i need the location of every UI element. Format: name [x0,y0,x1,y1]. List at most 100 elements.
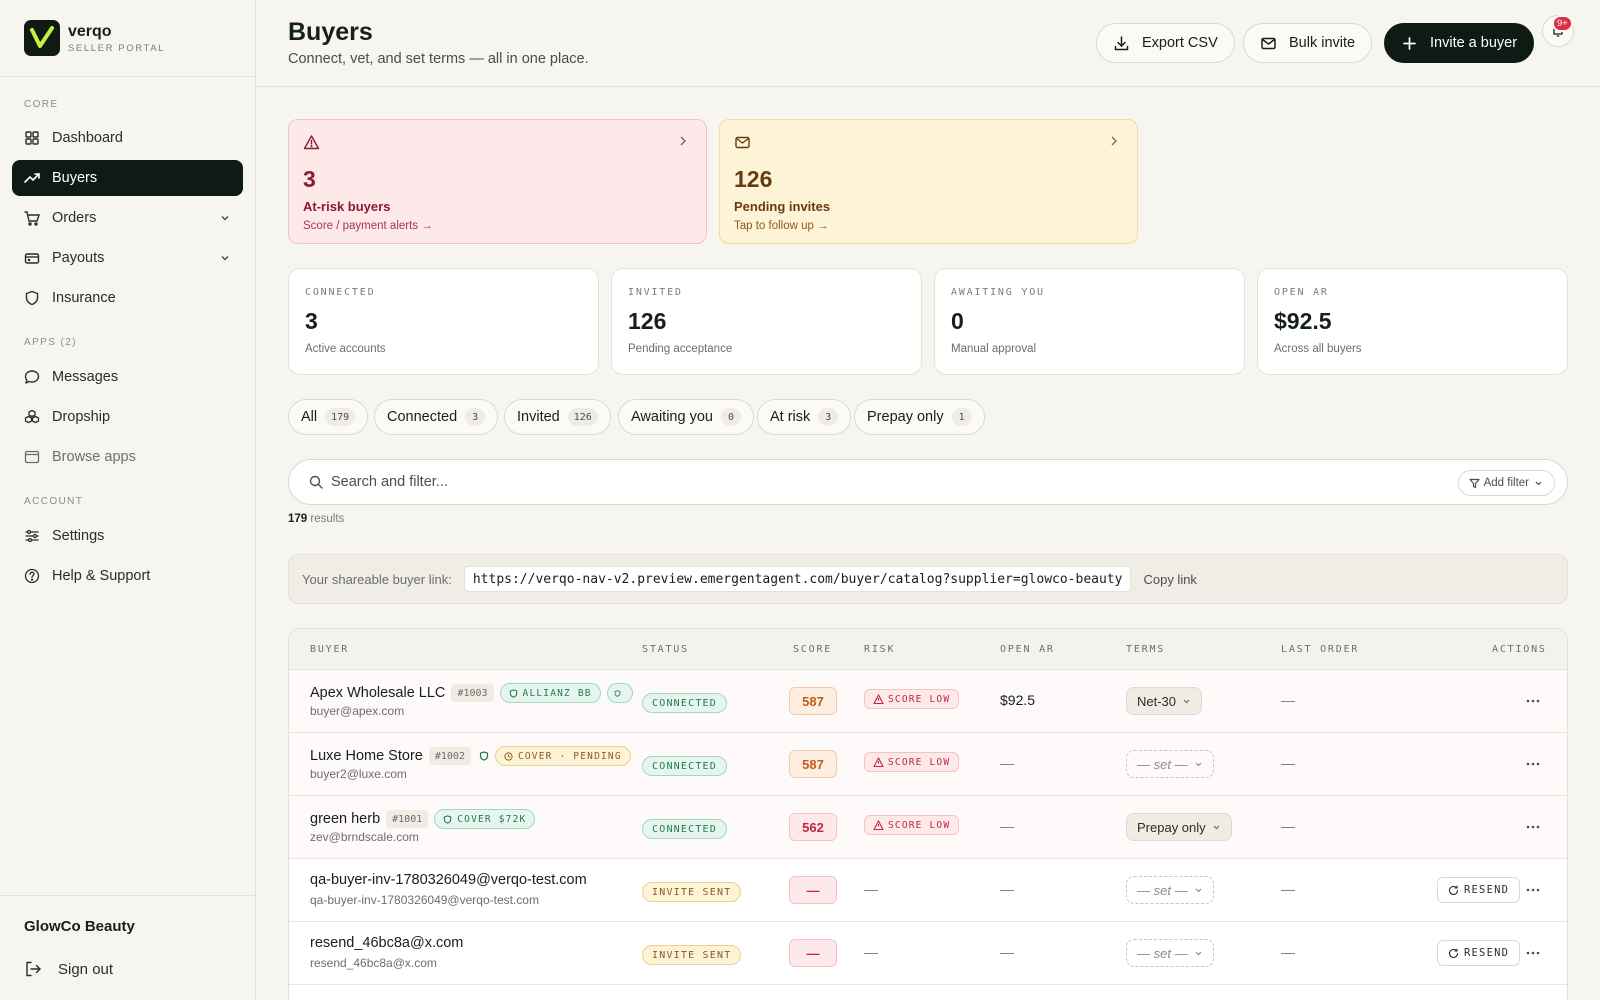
more-options-icon[interactable] [1525,946,1541,960]
org-name: GlowCo Beauty [24,918,135,935]
status-badge: CONNECTED [642,819,727,839]
last-order-value: — [1281,818,1295,834]
resend-label: RESEND [1464,884,1510,896]
sidebar-item-insurance[interactable]: Insurance [12,280,243,316]
buyer-name-cell: resend_46bc8a@x.com [310,935,463,951]
sidebar-item-settings[interactable]: Settings [12,518,243,554]
sign-out-button[interactable]: Sign out [24,960,113,978]
sidebar-item-label: Dropship [52,409,111,425]
notification-badge: 9+ [1552,15,1573,32]
table-row[interactable]: resend_46bc8a@x.com resend_46bc8a@x.com … [289,922,1567,985]
table-row[interactable]: green herb #1001 COVER $72K zev@brndscal… [289,796,1567,859]
sidebar-item-label: Insurance [52,290,116,306]
sidebar-item-help[interactable]: Help & Support [12,558,243,594]
sidebar-item-payouts[interactable]: Payouts [12,240,243,276]
filter-prepay-only[interactable]: Prepay only 1 [854,399,985,435]
add-filter-label: Add filter [1483,477,1529,489]
sidebar-item-orders[interactable]: Orders [12,200,243,236]
shield-icon [25,290,39,306]
table-row[interactable]: Luxe Home Store #1002 COVER · PENDING bu… [289,733,1567,796]
sidebar-item-buyers[interactable]: Buyers [12,160,243,196]
table-row[interactable]: Apex Wholesale LLC #1003 ALLIANZ BB buye… [289,670,1567,733]
filter-at-risk[interactable]: At risk 3 [757,399,852,435]
at-risk-link[interactable]: Score / payment alerts → [303,220,692,232]
open-ar-value: — [1000,881,1014,897]
sidebar: verqo SELLER PORTAL CORE Dashboard Buyer… [0,0,256,1000]
column-header-score[interactable]: SCORE [793,644,832,655]
column-header-buyer[interactable]: BUYER [310,644,349,655]
table-row[interactable] [289,985,1567,1000]
filter-all[interactable]: All 179 [288,399,369,435]
resend-button[interactable]: RESEND [1437,877,1521,903]
filter-invited[interactable]: Invited 126 [504,399,611,435]
page-subtitle: Connect, vet, and set terms — all in one… [288,51,589,67]
risk-badge: SCORE LOW [864,752,960,772]
pending-title: Pending invites [734,199,831,214]
risk-label: SCORE LOW [888,693,951,705]
buyer-name[interactable]: green herb [310,811,380,827]
more-options-icon[interactable] [1525,694,1541,708]
column-header-open-ar[interactable]: OPEN AR [1000,644,1055,655]
column-header-terms[interactable]: TERMS [1126,644,1165,655]
table-row[interactable]: qa-buyer-inv-1780326049@verqo-test.com q… [289,859,1567,922]
insurance-tag-label: ALLIANZ BB [522,687,592,699]
wallet-icon [24,253,40,264]
terms-dropdown[interactable]: Net-30 [1126,687,1203,715]
buyer-name[interactable]: resend_46bc8a@x.com [310,935,463,951]
buyer-name-cell: Luxe Home Store #1002 COVER · PENDING [310,746,631,766]
at-risk-card[interactable]: 3 At-risk buyers Score / payment alerts … [288,119,707,244]
export-csv-button[interactable]: Export CSV [1096,23,1235,63]
column-header-actions: ACTIONS [1492,644,1547,655]
resend-button[interactable]: RESEND [1437,940,1521,966]
pending-invites-card[interactable]: 126 Pending invites Tap to follow up → [719,119,1138,244]
sidebar-item-messages[interactable]: Messages [12,359,243,395]
buyer-id: #1001 [386,810,429,828]
buyer-name[interactable]: Apex Wholesale LLC [310,685,445,701]
pending-link[interactable]: Tap to follow up → [734,220,1123,232]
search-bar: Add filter [288,459,1568,505]
brand[interactable]: verqo SELLER PORTAL [0,0,255,77]
filter-count: 126 [567,408,598,426]
buyer-name[interactable]: qa-buyer-inv-1780326049@verqo-test.com [310,872,587,888]
buyer-email: buyer2@luxe.com [310,767,407,781]
column-header-last-order[interactable]: LAST ORDER [1281,644,1359,655]
brand-subtitle: SELLER PORTAL [68,42,166,54]
buyer-name-cell: green herb #1001 COVER $72K [310,809,536,829]
shield-check-icon [614,689,621,697]
resend-label: RESEND [1464,947,1510,959]
buyer-name[interactable]: Luxe Home Store [310,748,423,764]
more-options-icon[interactable] [1525,757,1541,771]
filter-count: 3 [465,408,486,426]
search-input[interactable] [331,474,1331,490]
terms-dropdown[interactable]: — set — [1126,750,1214,778]
share-url[interactable]: https://verqo-nav-v2.preview.emergentage… [463,566,1132,592]
filter-connected[interactable]: Connected 3 [374,399,499,435]
bulk-invite-button[interactable]: Bulk invite [1243,23,1373,63]
clock-icon [504,751,513,761]
verqo-logo [24,20,60,56]
terms-dropdown[interactable]: — set — [1126,876,1214,904]
risk-value: — [864,881,878,897]
more-options-icon[interactable] [1525,820,1541,834]
terms-dropdown[interactable]: — set — [1126,939,1214,967]
pending-count: 126 [734,166,773,192]
add-filter-button[interactable]: Add filter [1457,470,1555,496]
column-header-risk[interactable]: RISK [864,644,895,655]
last-order-value: — [1281,755,1295,771]
copy-link-button[interactable]: Copy link [1143,572,1196,587]
sidebar-footer: GlowCo Beauty Sign out [0,895,255,1000]
terms-dropdown[interactable]: Prepay only [1126,813,1232,841]
more-options-icon[interactable] [1525,883,1541,897]
sidebar-item-dashboard[interactable]: Dashboard [12,120,243,156]
filter-icon [1469,478,1480,488]
open-ar-value: — [1000,755,1014,771]
coverage-tag: COVER · PENDING [494,746,631,766]
column-header-status[interactable]: STATUS [642,644,689,655]
sidebar-item-dropship[interactable]: Dropship [12,399,243,435]
sidebar-item-browse-apps[interactable]: Browse apps [12,439,243,475]
invite-buyer-button[interactable]: Invite a buyer [1384,23,1535,63]
buyer-id: #1003 [451,684,494,702]
filter-awaiting-you[interactable]: Awaiting you 0 [618,399,754,435]
status-badge: INVITE SENT [642,945,742,965]
score-badge: 587 [789,750,837,778]
